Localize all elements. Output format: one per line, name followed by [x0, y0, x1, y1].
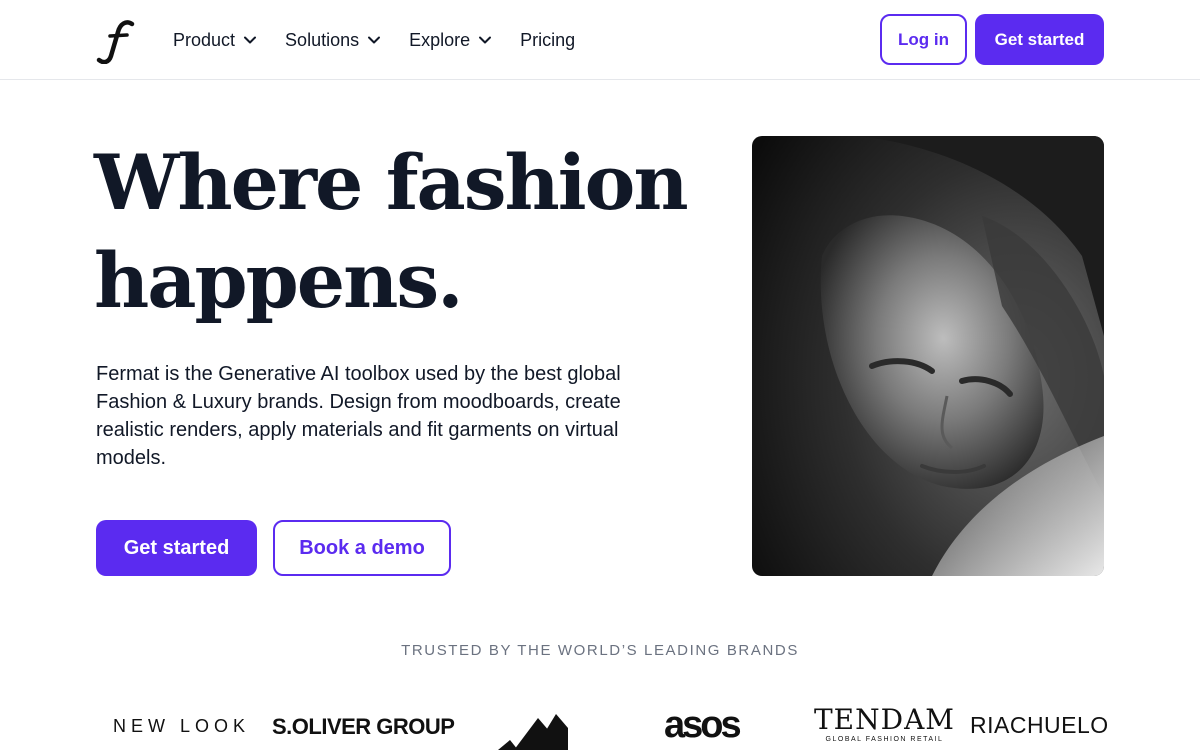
nav-explore-label: Explore	[409, 29, 471, 50]
login-button[interactable]: Log in	[880, 14, 967, 65]
brand-soliver-logo: S.OLIVER GROUP	[272, 714, 455, 739]
nav-solutions-label: Solutions	[285, 29, 360, 50]
fermat-logo-icon[interactable]	[96, 18, 142, 64]
chevron-down-icon	[479, 36, 492, 44]
hero-portrait-image	[752, 136, 1104, 576]
site-header: Product Solutions Explore Pricing Log in…	[0, 0, 1200, 80]
chevron-down-icon	[368, 36, 381, 44]
trusted-heading: TRUSTED BY THE WORLD’S LEADING BRANDS	[401, 642, 799, 659]
nav-pricing[interactable]: Pricing	[520, 30, 575, 51]
brand-tendam-name: TENDAM	[814, 703, 955, 736]
nav-solutions[interactable]: Solutions	[285, 30, 381, 51]
brand-newlook-logo: NEW LOOK	[113, 716, 251, 736]
header-get-started-button[interactable]: Get started	[975, 14, 1104, 65]
brand-tendam-tagline: GLOBAL FASHION RETAIL	[825, 736, 944, 743]
hero-title-line-1: Where fashion	[94, 138, 689, 227]
brand-logos-row: NEW LOOK S.OLIVER GROUP asos TENDAM GLOB…	[0, 690, 1200, 750]
nav-pricing-label: Pricing	[520, 29, 576, 50]
main-nav: Product Solutions Explore Pricing	[173, 0, 575, 80]
nav-product-label: Product	[173, 29, 236, 50]
chevron-down-icon	[244, 36, 257, 44]
adidas-logo-icon	[498, 714, 568, 750]
brand-asos-logo: asos	[664, 704, 742, 746]
book-demo-button[interactable]: Book a demo	[273, 520, 451, 576]
nav-explore[interactable]: Explore	[409, 30, 492, 51]
hero-description: Fermat is the Generative AI toolbox used…	[96, 363, 621, 469]
hero-title-line-2: happens.	[94, 236, 464, 325]
hero-get-started-button[interactable]: Get started	[96, 520, 257, 576]
brand-riachuelo-logo: RIACHUELO	[970, 712, 1109, 738]
hero-title: Where fashion happens.	[94, 134, 694, 330]
nav-product[interactable]: Product	[173, 30, 257, 51]
brand-tendam-logo: TENDAM GLOBAL FASHION RETAIL	[814, 703, 955, 744]
